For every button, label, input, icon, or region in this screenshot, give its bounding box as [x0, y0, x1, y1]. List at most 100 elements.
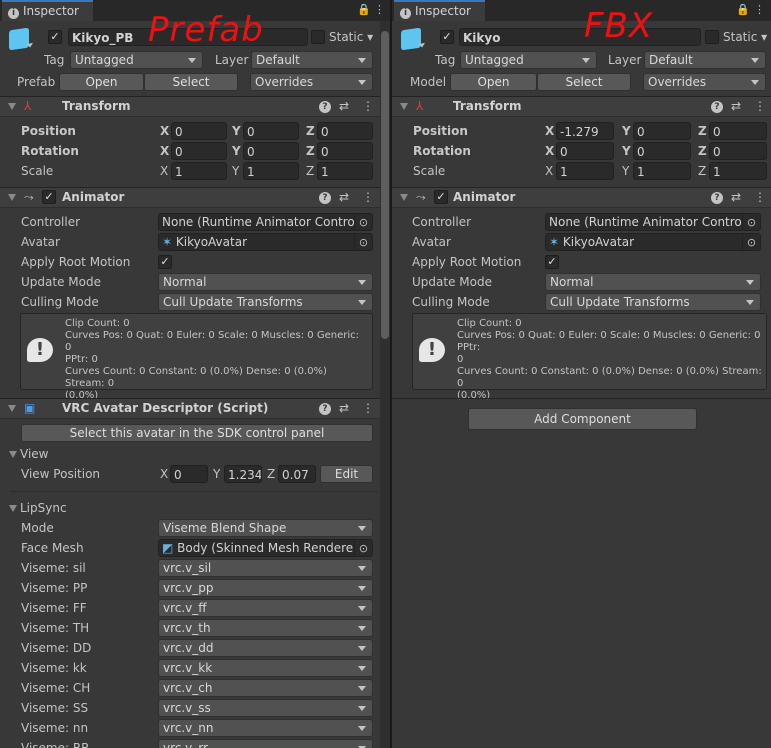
- transform-header[interactable]: ⅄ Transform ? ⇄ ⋮: [392, 96, 771, 117]
- foldout-icon[interactable]: [400, 103, 408, 110]
- position-x-field[interactable]: 0: [171, 122, 227, 140]
- position-y-field[interactable]: 0: [243, 122, 299, 140]
- gameobject-cube-icon[interactable]: [401, 27, 421, 51]
- static-dropdown[interactable]: Static ▾: [723, 28, 767, 46]
- overrides-dropdown[interactable]: Overrides: [643, 73, 766, 91]
- scale-y-field[interactable]: 1: [243, 162, 299, 180]
- scrollbar[interactable]: [380, 21, 390, 748]
- presets-icon[interactable]: ⇄: [339, 190, 349, 204]
- apply-root-motion-checkbox[interactable]: ✓: [158, 255, 172, 269]
- position-y-field[interactable]: 0: [633, 122, 691, 140]
- position-x-field[interactable]: -1.279: [556, 122, 614, 140]
- apply-root-motion-checkbox[interactable]: ✓: [545, 255, 559, 269]
- vrc-avatar-descriptor-header[interactable]: ▣ VRC Avatar Descriptor (Script) ? ⇄ ⋮: [0, 398, 390, 419]
- viseme-dropdown[interactable]: vrc.v_th: [158, 619, 373, 637]
- viseme-dropdown[interactable]: vrc.v_pp: [158, 579, 373, 597]
- layer-dropdown[interactable]: Default: [644, 51, 766, 69]
- object-picker-icon[interactable]: ⊙: [742, 214, 760, 230]
- presets-icon[interactable]: ⇄: [731, 190, 741, 204]
- view-position-y[interactable]: 1.234: [224, 465, 262, 483]
- scrollbar-thumb[interactable]: [381, 31, 389, 339]
- rotation-z-field[interactable]: 0: [317, 142, 373, 160]
- component-menu-icon[interactable]: ⋮: [754, 190, 766, 204]
- scale-x-field[interactable]: 1: [171, 162, 227, 180]
- tab-inspector[interactable]: i Inspector: [394, 0, 485, 21]
- viseme-dropdown[interactable]: vrc.v_ff: [158, 599, 373, 617]
- edit-view-button[interactable]: Edit: [320, 465, 373, 483]
- rotation-y-field[interactable]: 0: [243, 142, 299, 160]
- scale-z-field[interactable]: 1: [317, 162, 373, 180]
- controller-field[interactable]: None (Runtime Animator Controller) ⊙: [545, 213, 761, 231]
- foldout-icon[interactable]: [400, 194, 408, 201]
- avatar-field[interactable]: ✶ KikyoAvatar ⊙: [158, 233, 373, 251]
- view-foldout[interactable]: View: [9, 445, 48, 463]
- rotation-x-field[interactable]: 0: [171, 142, 227, 160]
- update-mode-dropdown[interactable]: Normal: [158, 273, 373, 291]
- viseme-dropdown[interactable]: vrc.v_ss: [158, 699, 373, 717]
- viseme-dropdown[interactable]: vrc.v_kk: [158, 659, 373, 677]
- animator-header[interactable]: ⤳ ✓ Animator ? ⇄ ⋮: [0, 187, 390, 208]
- viseme-dropdown[interactable]: vrc.v_nn: [158, 719, 373, 737]
- tag-dropdown[interactable]: Untagged: [460, 51, 597, 69]
- lipsync-foldout[interactable]: LipSync: [9, 499, 67, 517]
- rotation-z-field[interactable]: 0: [709, 142, 767, 160]
- layer-dropdown[interactable]: Default: [251, 51, 373, 69]
- object-picker-icon[interactable]: ⊙: [354, 540, 372, 556]
- rotation-y-field[interactable]: 0: [633, 142, 691, 160]
- viseme-dropdown[interactable]: vrc.v_sil: [158, 559, 373, 577]
- presets-icon[interactable]: ⇄: [339, 99, 349, 113]
- help-icon[interactable]: ?: [319, 192, 331, 204]
- gameobject-cube-icon[interactable]: [9, 27, 29, 51]
- presets-icon[interactable]: ⇄: [731, 99, 741, 113]
- model-open-button[interactable]: Open: [450, 73, 537, 91]
- position-z-field[interactable]: 0: [317, 122, 373, 140]
- scale-z-field[interactable]: 1: [709, 162, 767, 180]
- lipsync-mode-dropdown[interactable]: Viseme Blend Shape: [158, 519, 373, 537]
- help-icon[interactable]: ?: [319, 403, 331, 415]
- rotation-x-field[interactable]: 0: [556, 142, 614, 160]
- more-menu-icon[interactable]: ⋮: [754, 3, 765, 16]
- active-checkbox[interactable]: ✓: [48, 30, 62, 44]
- foldout-icon[interactable]: [8, 103, 16, 110]
- object-name-field[interactable]: Kikyo: [459, 28, 701, 46]
- sdk-control-panel-button[interactable]: Select this avatar in the SDK control pa…: [21, 424, 373, 442]
- component-menu-icon[interactable]: ⋮: [362, 401, 374, 415]
- scale-y-field[interactable]: 1: [633, 162, 691, 180]
- position-z-field[interactable]: 0: [709, 122, 767, 140]
- help-icon[interactable]: ?: [711, 101, 723, 113]
- tab-inspector[interactable]: i Inspector: [2, 0, 93, 21]
- scale-x-field[interactable]: 1: [556, 162, 614, 180]
- lock-icon[interactable]: 🔒: [357, 3, 371, 16]
- controller-field[interactable]: None (Runtime Animator Controller) ⊙: [158, 213, 373, 231]
- culling-mode-dropdown[interactable]: Cull Update Transforms: [545, 293, 761, 311]
- presets-icon[interactable]: ⇄: [339, 401, 349, 415]
- object-picker-icon[interactable]: ⊙: [742, 234, 760, 250]
- model-select-button[interactable]: Select: [537, 73, 631, 91]
- viseme-dropdown[interactable]: vrc.v_ch: [158, 679, 373, 697]
- face-mesh-field[interactable]: ◩ Body (Skinned Mesh Renderer) ⊙: [158, 539, 373, 557]
- animator-enabled-checkbox[interactable]: ✓: [42, 190, 56, 204]
- update-mode-dropdown[interactable]: Normal: [545, 273, 761, 291]
- component-menu-icon[interactable]: ⋮: [362, 190, 374, 204]
- static-checkbox[interactable]: [705, 30, 719, 44]
- animator-enabled-checkbox[interactable]: ✓: [434, 190, 448, 204]
- object-picker-icon[interactable]: ⊙: [354, 234, 372, 250]
- lock-icon[interactable]: 🔒: [736, 3, 750, 16]
- transform-header[interactable]: ⅄ Transform ? ⇄ ⋮: [0, 96, 390, 117]
- foldout-icon[interactable]: [8, 405, 16, 412]
- component-menu-icon[interactable]: ⋮: [754, 99, 766, 113]
- viseme-dropdown[interactable]: vrc.v_dd: [158, 639, 373, 657]
- static-checkbox[interactable]: [311, 30, 325, 44]
- prefab-select-button[interactable]: Select: [144, 73, 238, 91]
- avatar-field[interactable]: ✶ KikyoAvatar ⊙: [545, 233, 761, 251]
- viseme-dropdown[interactable]: vrc.v_rr: [158, 739, 373, 748]
- help-icon[interactable]: ?: [319, 101, 331, 113]
- static-dropdown[interactable]: Static ▾: [329, 28, 373, 46]
- component-menu-icon[interactable]: ⋮: [362, 99, 374, 113]
- add-component-button[interactable]: Add Component: [468, 408, 697, 430]
- help-icon[interactable]: ?: [711, 192, 723, 204]
- foldout-icon[interactable]: [8, 194, 16, 201]
- more-menu-icon[interactable]: ⋮: [374, 3, 385, 16]
- animator-header[interactable]: ⤳ ✓ Animator ? ⇄ ⋮: [392, 187, 771, 208]
- view-position-x[interactable]: 0: [170, 465, 208, 483]
